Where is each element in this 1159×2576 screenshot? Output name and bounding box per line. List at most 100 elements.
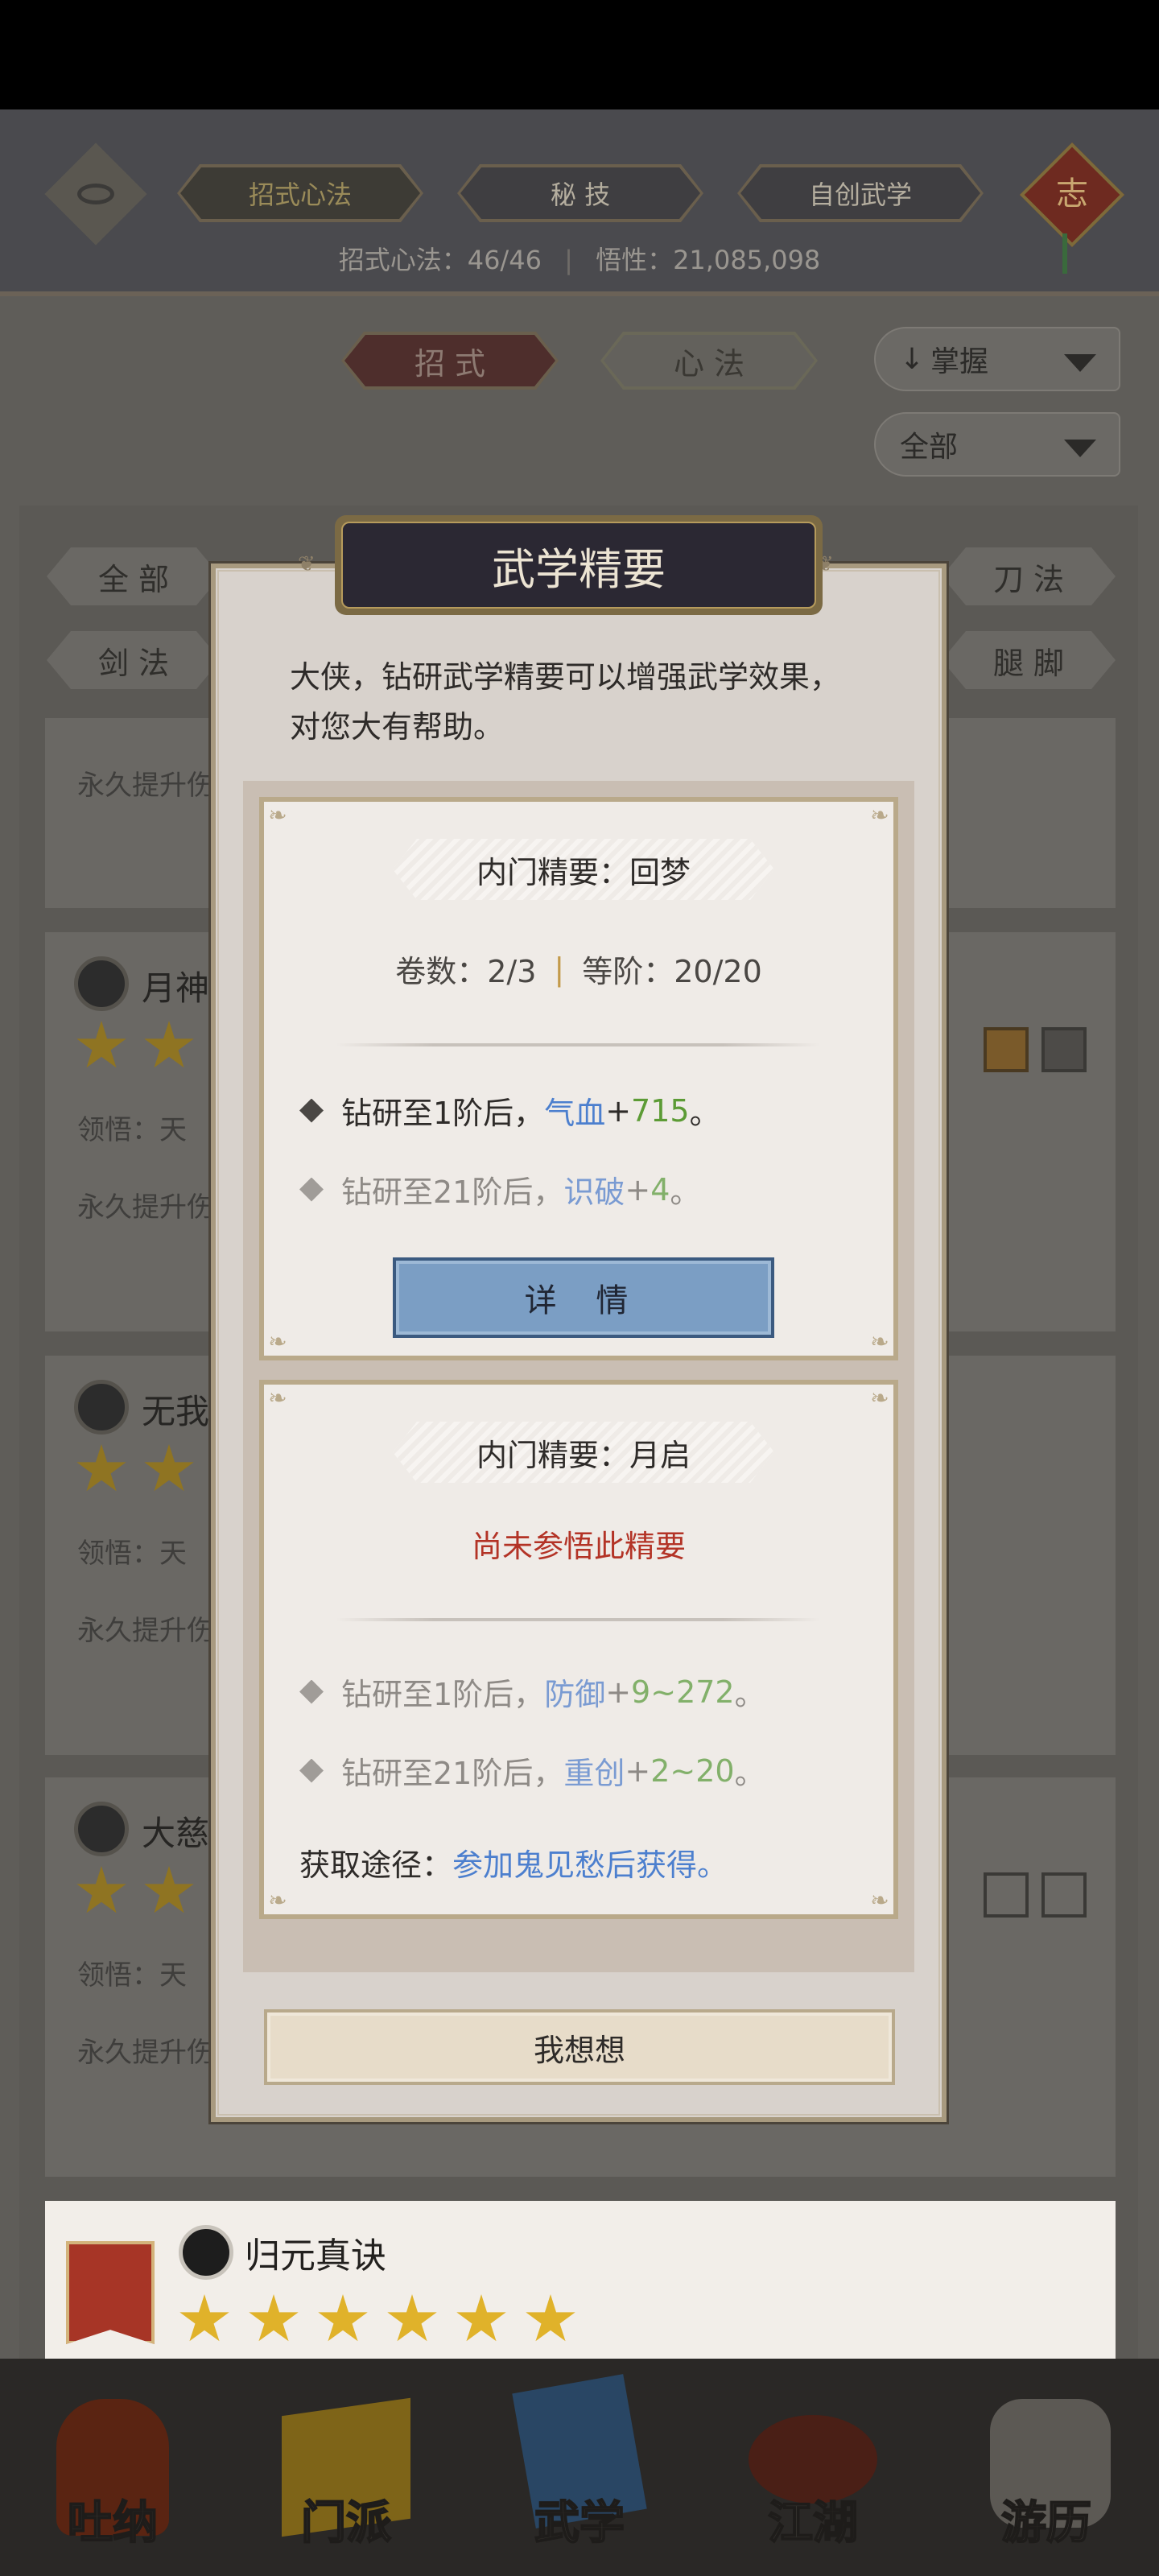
effect-op: + [625,1752,651,1789]
acquire-label: 获取途径： [299,1847,453,1883]
divider [336,1043,819,1046]
filter-chip-all[interactable]: 全 部 [47,547,221,605]
dialog-title-plate: 武学精要 [335,515,823,615]
essence-ribbon: 内门精要：回梦 [393,839,774,900]
effect-line: 钻研至21阶后， 识破 + 4。 [299,1167,700,1212]
corner-ornament-icon: ❦ [816,552,834,576]
nav-label: 门派 [300,2496,392,2550]
effect-suffix: 。 [734,1756,765,1791]
detail-button[interactable]: 详 情 [393,1257,774,1338]
filter-chip-kick[interactable]: 腿 脚 [942,631,1116,689]
star-icon [76,1021,126,1068]
seal-char: 志 [1056,175,1088,213]
sort-dropdown[interactable]: ↓ 掌握 [874,327,1120,391]
nav-item-jianghu[interactable]: 江湖 [732,2391,893,2552]
taiji-icon [74,956,129,1011]
tab-label: 秘 技 [550,180,611,210]
effect-line: 钻研至21阶后， 重创 + 2~20。 [299,1748,765,1793]
think-button[interactable]: 我想想 [264,2009,895,2085]
effect-prefix: 钻研至1阶后， [341,1096,545,1131]
moon-badge-icon [1041,1027,1087,1072]
upgrade-banner-icon[interactable] [66,2241,155,2344]
skill-card-guiyuan[interactable]: 归元真诀 [45,2201,1116,2370]
tab-zichuang[interactable]: 自创武学 [737,164,984,222]
nav-item-menpai[interactable]: 门派 [266,2391,427,2552]
chevron-down-icon [1064,354,1096,372]
separator: | [554,951,565,987]
card-title: 月神 [142,968,210,1008]
dialog-intro: 大侠，钻研武学精要可以增强武学效果，对您大有帮助。 [290,659,841,745]
acquire-link[interactable]: 参加鬼见愁后获得。 [452,1840,728,1885]
corner-ornament-icon: ❧ [268,1328,287,1355]
effect-value: 715 [631,1092,690,1129]
corner-ornament-icon: ❧ [268,1385,287,1411]
essence-name: 内门精要：月启 [476,1437,691,1473]
card-snippet: 永久提升伤 [77,2037,214,2069]
effect-suffix: 。 [689,1096,720,1131]
card-snippet: 永久提升伤 [77,770,214,802]
segment-xinfa[interactable]: 心 法 [600,332,818,390]
nav-item-youli[interactable]: 游历 [966,2391,1127,2552]
sort-label: 掌握 [930,345,989,378]
wuxing-value: 悟性：21,085,098 [596,245,821,275]
effect-op: + [605,1092,632,1129]
corner-ornament-icon: ❧ [870,1385,889,1411]
volume-count: 卷数：2/3 [395,954,537,989]
taiji-icon [179,2225,233,2280]
acquire-source: 获取途径： 参加鬼见愁后获得。 [299,1840,728,1885]
effect-value: 9~272 [631,1674,735,1710]
star-icon [144,1866,194,1913]
category-dropdown[interactable]: 全部 [874,412,1120,477]
status-bar [0,0,1159,109]
diamond-bullet-icon [299,1679,324,1704]
divider [336,1618,819,1621]
seal-badge-icon [1041,1872,1087,1918]
effect-suffix: 。 [670,1174,701,1210]
nav-item-tuna[interactable]: 吐纳 [32,2391,193,2552]
effect-attr: 气血 [544,1096,606,1131]
card-title: 无我 [142,1392,210,1431]
dialog-title: 武学精要 [341,522,816,609]
star-rating [179,2294,694,2351]
segment-label: 招 式 [414,345,486,382]
effect-attr: 防御 [544,1677,606,1712]
nav-item-wuxue[interactable]: 武学 [499,2374,660,2552]
segment-zhaoshi[interactable]: 招 式 [341,332,559,390]
stats-count: 招式心法：46/46 [338,245,542,275]
stats-row: 招式心法：46/46 | 悟性：21,085,098 [338,245,821,275]
star-icon [76,1866,126,1913]
card-title: 归元真诀 [245,2235,386,2277]
segment-label: 心 法 [673,345,745,382]
star-icon [144,1021,194,1068]
filter-chip-sword[interactable]: 剑 法 [47,631,221,689]
effect-op: + [625,1171,651,1208]
tab-miji[interactable]: 秘 技 [457,164,703,222]
bottom-nav: 吐纳 门派 武学 江湖 游历 [0,2359,1159,2576]
essence-section-yueqi: ❧ ❧ ❧ ❧ 内门精要：月启 尚未参悟此精要 钻研至1阶后， 防御 + 9~27… [259,1380,898,1919]
effect-attr: 识破 [563,1174,625,1210]
effect-value: 4 [650,1171,670,1208]
taiji-icon [74,1380,129,1435]
star-icon [318,2294,368,2342]
star-icon [76,1444,126,1492]
star-icon [144,1444,194,1492]
moon-badge-icon [984,1027,1029,1072]
tab-zhaoshi-xinfa[interactable]: 招式心法 [177,164,423,222]
tab-label: 自创武学 [808,180,912,210]
rank-count: 等阶：20/20 [582,954,762,989]
diamond-bullet-icon [299,1177,324,1202]
essence-ribbon: 内门精要：月启 [393,1422,774,1483]
seal-badge-icon [984,1872,1029,1918]
nav-label: 江湖 [767,2496,859,2550]
nav-label: 吐纳 [67,2496,159,2550]
corner-ornament-icon: ❧ [870,1328,889,1355]
nav-label: 游历 [1000,2496,1092,2550]
star-icon [387,2294,437,2342]
star-icon [179,2294,229,2342]
essence-section-huimeng: ❧ ❧ ❧ ❧ 内门精要：回梦 卷数：2/3 | 等阶：20/20 钻研至1阶后… [259,797,898,1360]
filter-chip-blade[interactable]: 刀 法 [942,547,1116,605]
effect-line: 钻研至1阶后， 防御 + 9~272。 [299,1670,765,1714]
star-icon [249,2294,299,2342]
diamond-bullet-icon [299,1758,324,1783]
star-icon [456,2294,506,2342]
